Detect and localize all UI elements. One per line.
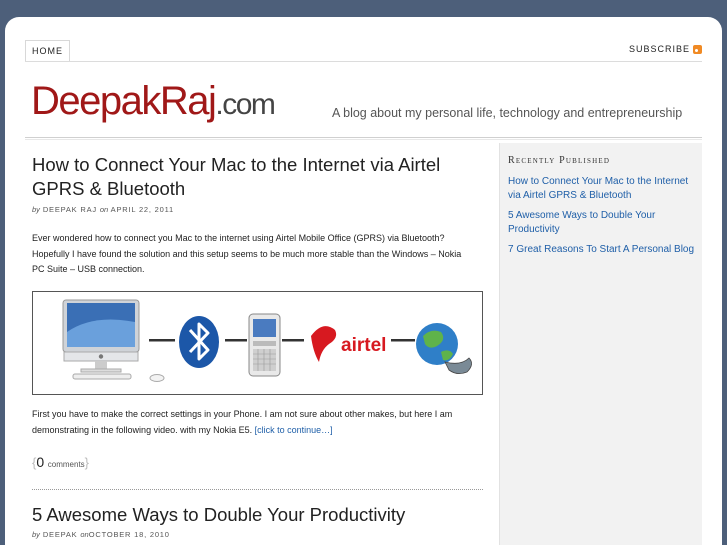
post-image-mac-bluetooth-airtel: airtel <box>32 291 483 395</box>
airtel-wordmark: airtel <box>341 335 386 356</box>
byline-on: on <box>80 530 89 539</box>
post-body: First you have to make the correct setti… <box>32 407 462 438</box>
connector-line <box>282 339 304 342</box>
comments-count[interactable]: {0 comments} <box>32 454 89 470</box>
logo-part-deepak: Deepak <box>31 79 161 123</box>
comments-label[interactable]: comments <box>48 460 85 469</box>
sidebar-link-productivity[interactable]: 5 Awesome Ways to Double Your Productivi… <box>508 209 702 237</box>
post-author[interactable]: DEEPAK RAJ <box>43 205 97 214</box>
nav-home-tab[interactable]: HOME <box>25 40 70 62</box>
subscribe-link[interactable]: SUBSCRIBE <box>629 44 702 54</box>
bluetooth-icon <box>179 316 219 368</box>
sidebar: Recently Published How to Connect Your M… <box>499 143 702 545</box>
subscribe-label[interactable]: SUBSCRIBE <box>629 44 690 54</box>
byline-by: by <box>32 205 40 214</box>
page-container: HOME SUBSCRIBE DeepakRaj.com A blog abou… <box>5 17 722 545</box>
rss-icon[interactable] <box>693 44 702 54</box>
byline-by: by <box>32 530 40 539</box>
post-byline: by DEEPAK RAJ on APRIL 22, 2011 <box>32 205 174 214</box>
byline-on: on <box>99 205 109 214</box>
continue-reading-link[interactable]: [click to continue…] <box>255 425 333 435</box>
post-separator <box>32 489 483 490</box>
connector-line <box>149 339 175 342</box>
imac-icon <box>62 299 165 382</box>
post-date: APRIL 22, 2011 <box>110 205 174 214</box>
post-date: OCTOBER 18, 2010 <box>88 530 170 539</box>
sidebar-heading: Recently Published <box>508 155 611 166</box>
comment-count-number[interactable]: 0 <box>36 454 44 470</box>
logo-part-raj: Raj <box>159 79 217 123</box>
post-byline: by DEEPAK onOCTOBER 18, 2010 <box>32 530 170 539</box>
connector-line <box>225 339 247 342</box>
post-intro: Ever wondered how to connect you Mac to … <box>32 233 462 274</box>
nav-divider <box>25 61 702 62</box>
post-body-text: First you have to make the correct setti… <box>32 409 453 435</box>
connector-line <box>391 339 415 342</box>
post-author[interactable]: DEEPAK <box>43 530 78 539</box>
post-title[interactable]: How to Connect Your Mac to the Internet … <box>32 153 472 201</box>
site-tagline: A blog about my personal life, technolog… <box>332 106 683 120</box>
sidebar-link-personal-blog[interactable]: 7 Great Reasons To Start A Personal Blog <box>508 243 702 257</box>
post-title[interactable]: 5 Awesome Ways to Double Your Productivi… <box>32 503 472 527</box>
header-divider <box>25 137 702 140</box>
sidebar-link-mac-airtel[interactable]: How to Connect Your Mac to the Internet … <box>508 175 702 203</box>
airtel-logo: airtel <box>311 326 386 362</box>
site-logo[interactable]: DeepakRaj.com <box>31 79 276 123</box>
post-image-graphic: airtel <box>62 299 472 382</box>
logo-part-com: .com <box>215 88 276 121</box>
globe-icon <box>416 323 472 374</box>
phone-icon <box>248 313 281 377</box>
